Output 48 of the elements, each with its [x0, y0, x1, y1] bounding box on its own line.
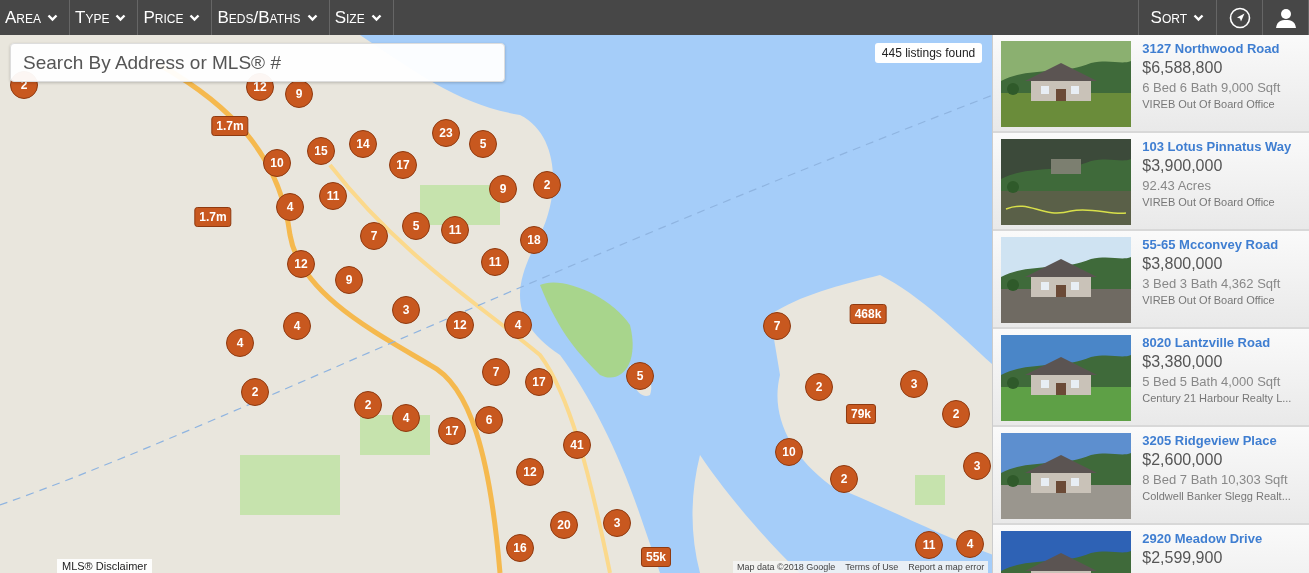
listing-address[interactable]: 2920 Meadow Drive: [1142, 531, 1263, 546]
price-marker[interactable]: 468k: [849, 304, 887, 324]
listing-details: 6 Bed 6 Bath 9,000 Sqft: [1142, 80, 1281, 95]
disclaimer-link[interactable]: MLS® Disclaimer: [57, 559, 153, 573]
listing-address[interactable]: 103 Lotus Pinnatus Way: [1142, 139, 1292, 154]
listing-price: $2,600,000: [1142, 451, 1224, 469]
listing-details: 3 Bed 3 Bath 4,362 Sqft: [1142, 276, 1281, 291]
listing-address[interactable]: 3205 Ridgeview Place: [1142, 433, 1291, 448]
listing-price: $3,380,000: [1142, 353, 1224, 371]
listing-card[interactable]: 3127 Northwood Road $6,588,800 6 Bed 6 Bath 9,000 Sqft VIREB Out Of Board Office: [993, 35, 1309, 133]
caret-icon: [189, 13, 201, 22]
listing-address[interactable]: 3127 Northwood Road: [1142, 41, 1281, 56]
search-field[interactable]: Search By Address or MLS® #: [10, 43, 505, 82]
listing-price: $2,599,900: [1142, 549, 1224, 567]
caret-icon: [306, 13, 318, 22]
listing-price: $3,900,000: [1142, 157, 1224, 175]
price-marker[interactable]: 1.7m: [194, 207, 232, 227]
listing-details: 8 Bed 7 Bath 10,303 Sqft: [1142, 472, 1289, 487]
listing-details: 5 Bed 5 Bath 4,000 Sqft: [1142, 374, 1282, 389]
listing-office: VIREB Out Of Board Office: [1142, 98, 1276, 110]
listing-office: Century 21 Harbour Realty L...: [1142, 392, 1292, 404]
navigation-icon: [1228, 6, 1251, 29]
listing-address[interactable]: 8020 Lantzville Road: [1142, 335, 1292, 350]
listing-details: 92.43 Acres: [1142, 178, 1212, 193]
listing-office: VIREB Out Of Board Office: [1142, 196, 1276, 208]
listing-count: 445 listings found: [874, 43, 983, 63]
attribution-text: Map data ©2018 Google: [737, 562, 836, 572]
sort-dropdown[interactable]: Sort: [1137, 0, 1217, 35]
user-icon: [1274, 6, 1297, 29]
listing-card[interactable]: 2920 Meadow Drive $2,599,900: [993, 525, 1309, 573]
listing-price: $3,800,000: [1142, 255, 1224, 273]
price-marker[interactable]: 55k: [641, 547, 671, 567]
price-marker[interactable]: 79k: [846, 404, 876, 424]
terms-link[interactable]: Terms of Use: [845, 562, 899, 572]
caret-icon: [47, 13, 58, 22]
listing-address[interactable]: 55-65 Mcconvey Road: [1142, 237, 1281, 252]
listing-card[interactable]: 8020 Lantzville Road $3,380,000 5 Bed 5 Bath 4,000 Sqft Century 21 Harbour Realty L...: [993, 329, 1309, 427]
caret-icon: [115, 13, 127, 22]
listing-card[interactable]: 103 Lotus Pinnatus Way $3,900,000 92.43 Acres VIREB Out Of Board Office: [993, 133, 1309, 231]
listing-card[interactable]: 3205 Ridgeview Place $2,600,000 8 Bed 7 Bath 10,303 Sqft Coldwell Banker Slegg Realt...: [993, 427, 1309, 525]
listing-office: VIREB Out Of Board Office: [1142, 294, 1276, 306]
listing-price: $6,588,800: [1142, 59, 1224, 77]
listing-card[interactable]: 55-65 Mcconvey Road $3,800,000 3 Bed 3 Bath 4,362 Sqft VIREB Out Of Board Office: [993, 231, 1309, 329]
price-marker[interactable]: 1.7m: [211, 116, 249, 136]
listing-office: Coldwell Banker Slegg Realt...: [1142, 490, 1291, 502]
caret-icon: [370, 13, 382, 22]
caret-icon: [1193, 13, 1204, 22]
report-link[interactable]: Report a map error: [908, 562, 985, 572]
